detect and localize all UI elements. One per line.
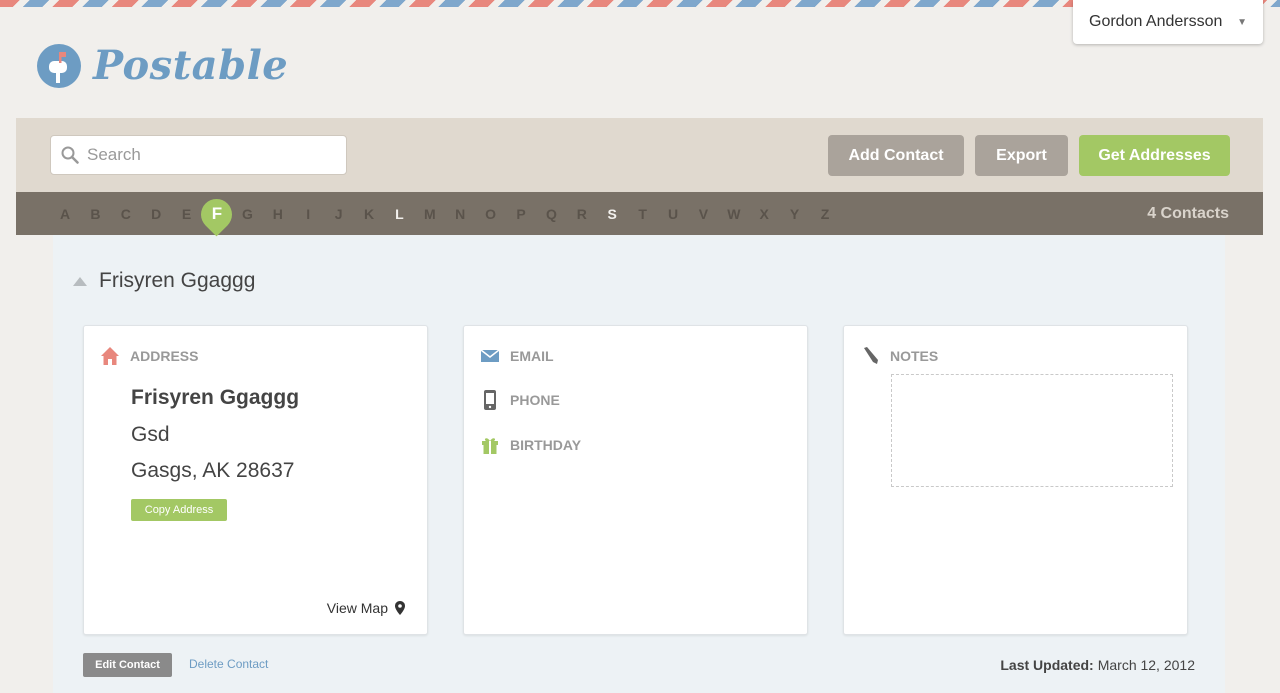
toolbar: Add Contact Export Get Addresses [16,118,1263,192]
email-label: EMAIL [510,348,554,364]
letter-f[interactable]: F [207,204,227,224]
letter-w[interactable]: W [724,206,744,222]
letter-b[interactable]: B [85,206,105,222]
user-name: Gordon Andersson [1089,13,1223,30]
app-logo[interactable]: Postable [37,42,288,89]
chevron-down-icon: ▼ [1237,16,1247,28]
house-icon [100,346,120,366]
address-line-2: Gasgs, AK 28637 [131,459,295,482]
map-pin-icon [395,601,405,615]
letter-t[interactable]: T [633,206,653,222]
letter-h[interactable]: H [268,206,288,222]
last-updated-value: March 12, 2012 [1097,657,1195,673]
letter-p[interactable]: P [511,206,531,222]
last-updated: Last Updated: March 12, 2012 [1000,657,1195,673]
birthday-field[interactable]: BIRTHDAY [480,435,581,455]
export-button[interactable]: Export [975,135,1068,176]
collapse-triangle-icon[interactable] [73,276,87,286]
letter-q[interactable]: Q [541,206,561,222]
letter-j[interactable]: J [329,206,349,222]
letter-g[interactable]: G [237,206,257,222]
letter-c[interactable]: C [116,206,136,222]
phone-field[interactable]: PHONE [480,390,560,410]
mailbox-icon [37,43,81,88]
contact-detail-panel: Frisyren Ggaggg ADDRESS Frisyren Ggaggg … [53,235,1225,693]
view-map-link[interactable]: View Map [327,600,405,616]
add-contact-button[interactable]: Add Contact [828,135,964,176]
letter-y[interactable]: Y [785,206,805,222]
letter-m[interactable]: M [420,206,440,222]
alphabet-bar: ABCDEFGHIJKLMNOPQRSTUVWXYZ 4 Contacts [16,192,1263,237]
copy-address-button[interactable]: Copy Address [131,499,227,521]
letter-i[interactable]: I [298,206,318,222]
edit-contact-button[interactable]: Edit Contact [83,653,172,677]
view-map-label: View Map [326,600,388,616]
letter-u[interactable]: U [663,206,683,222]
last-updated-label: Last Updated: [1000,657,1094,673]
notes-card: NOTES [843,325,1188,635]
letter-e[interactable]: E [177,206,197,222]
address-field: ADDRESS [100,346,198,366]
envelope-icon [480,346,500,366]
notes-label: NOTES [890,348,939,364]
search-box[interactable] [50,135,347,175]
contact-info-card: EMAIL PHONE BIRTHDAY [463,325,808,635]
address-name: Frisyren Ggaggg [131,386,300,409]
letter-r[interactable]: R [572,206,592,222]
gift-icon [480,435,500,455]
address-label: ADDRESS [130,348,199,364]
letter-d[interactable]: D [146,206,166,222]
delete-contact-link[interactable]: Delete Contact [189,657,268,671]
notes-textarea[interactable] [891,374,1173,487]
address-card: ADDRESS Frisyren Ggaggg Gsd Gasgs, AK 28… [83,325,428,635]
letter-z[interactable]: Z [815,206,835,222]
email-field[interactable]: EMAIL [480,346,554,366]
address-line-1: Gsd [131,423,170,446]
letter-k[interactable]: K [359,206,379,222]
letter-o[interactable]: O [481,206,501,222]
letter-s[interactable]: S [602,206,622,222]
app-name: Postable [93,42,289,89]
contact-header[interactable]: Frisyren Ggaggg [73,269,255,293]
pencil-icon [860,346,880,366]
letter-x[interactable]: X [754,206,774,222]
birthday-label: BIRTHDAY [510,437,582,453]
letter-l[interactable]: L [389,206,409,222]
search-input[interactable] [87,145,327,165]
letter-a[interactable]: A [55,206,75,222]
letter-n[interactable]: N [450,206,470,222]
letter-v[interactable]: V [693,206,713,222]
phone-label: PHONE [510,392,560,408]
search-icon [61,146,79,164]
get-addresses-button[interactable]: Get Addresses [1079,135,1230,176]
user-menu[interactable]: Gordon Andersson ▼ [1073,0,1263,44]
contacts-count: 4 Contacts [1147,205,1229,222]
phone-icon [480,390,500,410]
notes-field: NOTES [860,346,938,366]
contact-name: Frisyren Ggaggg [99,269,256,292]
